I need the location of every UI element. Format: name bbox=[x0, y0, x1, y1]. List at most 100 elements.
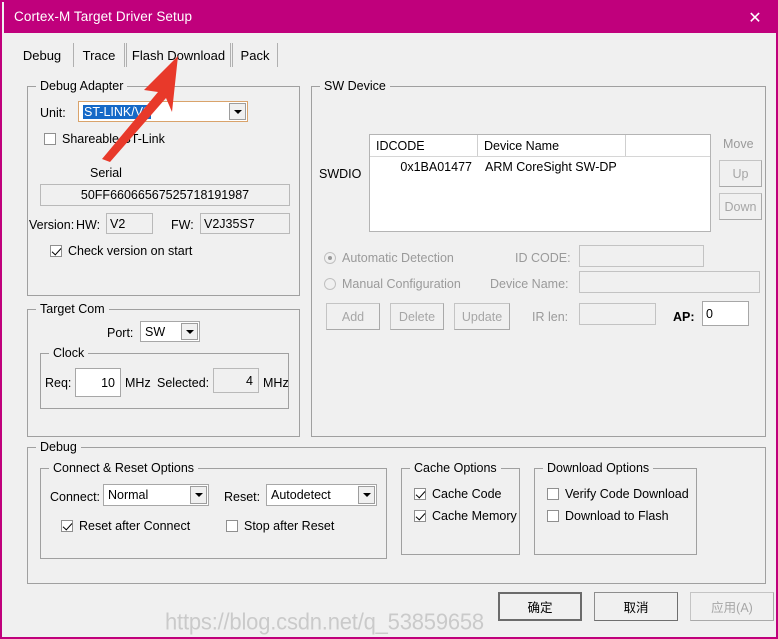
port-combo-value: SW bbox=[145, 324, 166, 339]
column-header-device-name[interactable]: Device Name bbox=[478, 135, 626, 156]
manual-configuration-circle bbox=[324, 278, 336, 290]
chevron-down-icon[interactable] bbox=[181, 323, 198, 340]
table-row[interactable]: 0x1BA01477 ARM CoreSight SW-DP bbox=[370, 157, 710, 177]
window-title: Cortex-M Target Driver Setup bbox=[14, 9, 193, 24]
check-version-on-start-checkbox[interactable]: Check version on start bbox=[50, 244, 192, 258]
unit-combo[interactable]: ST-LINK/V2 bbox=[78, 101, 248, 122]
sw-device-group-title: SW Device bbox=[320, 79, 390, 93]
cache-memory-label: Cache Memory bbox=[432, 509, 517, 523]
selected-clock-value: 4 bbox=[246, 373, 253, 388]
sw-device-list[interactable]: IDCODE Device Name 0x1BA01477 ARM CoreSi… bbox=[369, 134, 711, 232]
serial-label: Serial bbox=[90, 166, 122, 180]
cache-memory-box bbox=[414, 510, 426, 522]
cache-options-title: Cache Options bbox=[410, 461, 501, 475]
connect-reset-options-title: Connect & Reset Options bbox=[49, 461, 199, 475]
reset-after-connect-label: Reset after Connect bbox=[79, 519, 191, 533]
device-name-field[interactable] bbox=[579, 271, 760, 293]
hw-label: HW: bbox=[76, 218, 101, 232]
update-button[interactable]: Update bbox=[454, 303, 510, 330]
chevron-down-icon[interactable] bbox=[190, 486, 207, 504]
hw-version-field: V2 bbox=[106, 213, 153, 234]
ap-field[interactable]: 0 bbox=[702, 301, 749, 326]
move-down-button[interactable]: Down bbox=[719, 193, 762, 220]
column-header-idcode[interactable]: IDCODE bbox=[370, 135, 478, 156]
chevron-down-icon[interactable] bbox=[229, 103, 246, 120]
reset-after-connect-checkbox[interactable]: Reset after Connect bbox=[61, 519, 190, 533]
cache-memory-checkbox[interactable]: Cache Memory bbox=[414, 509, 517, 523]
tab-strip: Debug Trace Flash Download Pack bbox=[12, 42, 764, 70]
verify-code-download-checkbox[interactable]: Verify Code Download bbox=[547, 487, 689, 501]
ap-label: AP: bbox=[673, 310, 695, 324]
selected-clock-label: Selected: bbox=[157, 376, 210, 390]
swdio-label: SWDIO bbox=[319, 167, 362, 181]
delete-label: Delete bbox=[398, 309, 436, 324]
verify-code-download-box bbox=[547, 488, 559, 500]
column-header-blank[interactable] bbox=[626, 135, 710, 156]
port-combo[interactable]: SW bbox=[140, 321, 200, 342]
dialog-window: Cortex-M Target Driver Setup ✕ Debug Tra… bbox=[0, 0, 778, 639]
dialog-client-area: Debug Trace Flash Download Pack Debug Ad… bbox=[6, 33, 776, 637]
stop-after-reset-checkbox[interactable]: Stop after Reset bbox=[226, 519, 334, 533]
clock-group: Clock Req: 10 MHz Selected: 4 MHz bbox=[40, 346, 289, 409]
stop-after-reset-label: Stop after Reset bbox=[244, 519, 335, 533]
tab-pack-label: Pack bbox=[240, 47, 270, 63]
debug-adapter-group-title: Debug Adapter bbox=[36, 79, 128, 93]
download-to-flash-checkbox[interactable]: Download to Flash bbox=[547, 509, 669, 523]
close-icon[interactable]: ✕ bbox=[732, 2, 778, 33]
req-clock-field[interactable]: 10 bbox=[75, 368, 121, 397]
cache-options-group: Cache Options Cache Code Cache Memory bbox=[401, 461, 520, 555]
verify-code-download-label: Verify Code Download bbox=[565, 487, 689, 501]
update-label: Update bbox=[461, 309, 503, 324]
manual-configuration-radio[interactable]: Manual Configuration bbox=[324, 277, 461, 291]
cache-code-checkbox[interactable]: Cache Code bbox=[414, 487, 502, 501]
download-to-flash-label: Download to Flash bbox=[565, 509, 669, 523]
delete-button[interactable]: Delete bbox=[390, 303, 444, 330]
sw-device-list-header: IDCODE Device Name bbox=[370, 135, 710, 157]
ir-len-field[interactable] bbox=[579, 303, 656, 325]
target-com-group: Target Com Port: SW Clock Req: 10 MHz Se… bbox=[27, 302, 300, 437]
cache-code-label: Cache Code bbox=[432, 487, 502, 501]
tab-flash-download-label: Flash Download bbox=[131, 47, 226, 63]
id-code-field[interactable] bbox=[579, 245, 704, 267]
unit-combo-value: ST-LINK/V2 bbox=[83, 104, 151, 119]
port-label: Port: bbox=[107, 326, 134, 340]
move-up-button[interactable]: Up bbox=[719, 160, 762, 187]
clock-group-title: Clock bbox=[49, 346, 89, 360]
connect-combo[interactable]: Normal bbox=[103, 484, 209, 506]
fw-version-value: V2J35S7 bbox=[204, 216, 255, 231]
move-label: Move bbox=[723, 137, 754, 151]
connect-reset-options-group: Connect & Reset Options Connect: Normal … bbox=[40, 461, 387, 559]
tab-debug-label: Debug bbox=[22, 47, 62, 63]
selected-clock-field: 4 bbox=[213, 368, 259, 393]
version-label: Version: bbox=[29, 218, 75, 232]
hw-version-value: V2 bbox=[110, 216, 126, 231]
shareable-st-link-label: Shareable ST-Link bbox=[62, 132, 165, 146]
serial-field: 50FF66066567525718191987 bbox=[40, 184, 290, 206]
unit-combo-text: ST-LINK/V2 bbox=[79, 104, 229, 119]
automatic-detection-radio[interactable]: Automatic Detection bbox=[324, 251, 454, 265]
title-bar: Cortex-M Target Driver Setup ✕ bbox=[4, 2, 778, 33]
tab-debug[interactable]: Debug bbox=[12, 42, 73, 70]
cell-idcode: 0x1BA01477 bbox=[400, 160, 472, 174]
req-label: Req: bbox=[45, 376, 72, 390]
tab-trace[interactable]: Trace bbox=[73, 43, 125, 67]
check-version-on-start-box bbox=[50, 245, 62, 257]
check-version-on-start-label: Check version on start bbox=[68, 244, 193, 258]
reset-combo[interactable]: Autodetect bbox=[266, 484, 377, 506]
download-options-title: Download Options bbox=[543, 461, 654, 475]
debug-group-title: Debug bbox=[36, 440, 81, 454]
chevron-down-icon[interactable] bbox=[358, 486, 375, 504]
add-button[interactable]: Add bbox=[326, 303, 380, 330]
automatic-detection-label: Automatic Detection bbox=[342, 251, 454, 265]
tab-pack[interactable]: Pack bbox=[232, 43, 278, 67]
download-options-group: Download Options Verify Code Download Do… bbox=[534, 461, 697, 555]
fw-version-field: V2J35S7 bbox=[200, 213, 290, 234]
req-unit-label: MHz bbox=[125, 376, 151, 390]
shareable-st-link-checkbox[interactable]: Shareable ST-Link bbox=[44, 132, 165, 146]
tab-flash-download[interactable]: Flash Download bbox=[126, 43, 231, 67]
reset-combo-value: Autodetect bbox=[271, 488, 331, 502]
reset-label: Reset: bbox=[224, 490, 261, 504]
add-label: Add bbox=[341, 309, 365, 324]
ap-value: 0 bbox=[706, 306, 713, 321]
debug-adapter-group: Debug Adapter Unit: ST-LINK/V2 Shareable… bbox=[27, 79, 300, 296]
